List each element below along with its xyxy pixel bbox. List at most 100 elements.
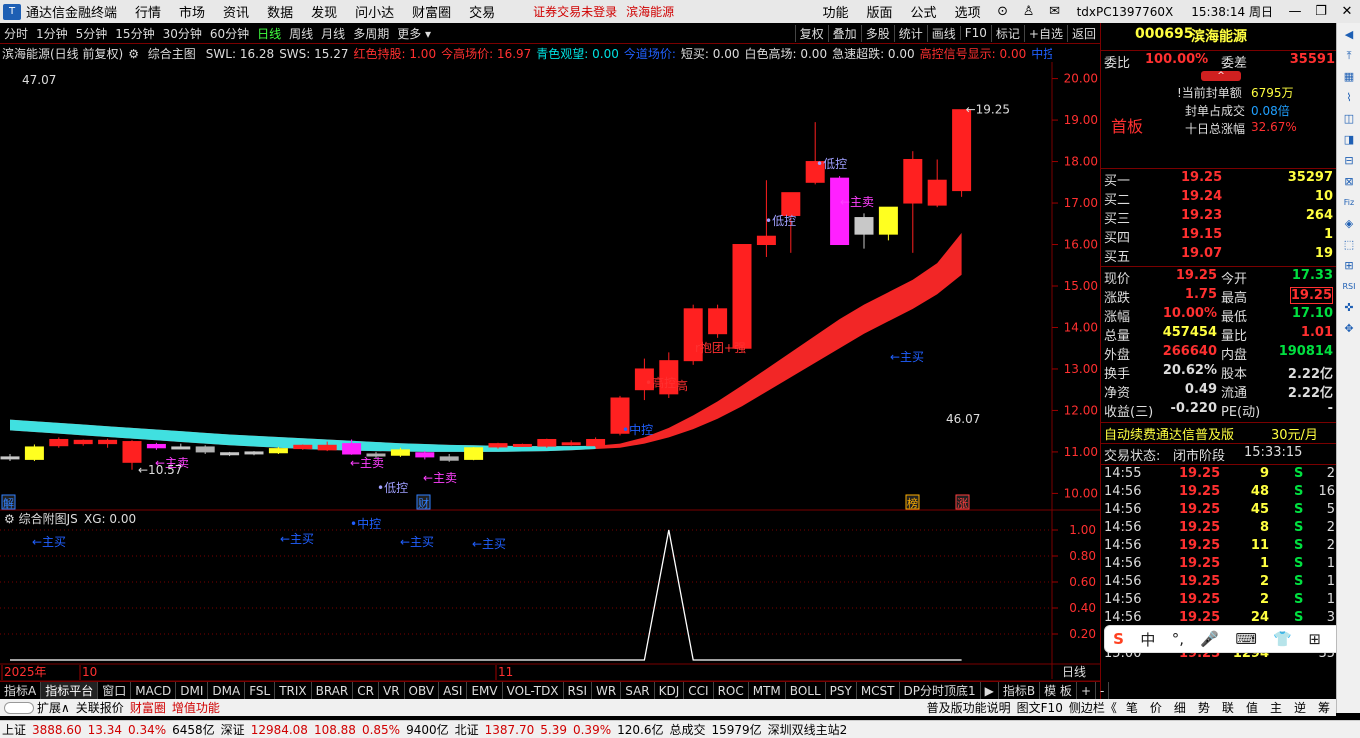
indicator-tab[interactable]: 指标B xyxy=(999,681,1041,700)
menu-wenxiaoda[interactable]: 问小达 xyxy=(346,2,403,21)
indicator-tab[interactable]: ROC xyxy=(714,681,749,700)
linked-quote-button[interactable]: 关联报价 xyxy=(73,699,127,716)
tool-biaoji[interactable]: 标记 xyxy=(990,24,1024,42)
sidebar-toggle[interactable]: 侧边栏《 xyxy=(1066,699,1120,716)
period-30min[interactable]: 30分钟 xyxy=(159,25,206,42)
indicator-tab[interactable]: MACD xyxy=(131,681,177,700)
ad-row[interactable]: 自动续费通达信普及版 30元/月 xyxy=(1101,422,1337,443)
indicator-tab[interactable]: 指标平台 xyxy=(41,681,99,700)
indicator-tab[interactable]: DMA xyxy=(208,681,246,700)
side-tool-icon[interactable]: ⊟ xyxy=(1340,152,1358,170)
message-icon[interactable]: ✉ xyxy=(1042,4,1068,19)
formula-name[interactable]: ⚙ 综合主图 xyxy=(128,45,201,62)
value-added-button[interactable]: 增值功能 xyxy=(169,699,223,716)
menu-gongneng[interactable]: 功能 xyxy=(814,2,858,21)
side-tab-shi[interactable]: 势 xyxy=(1192,699,1216,716)
toggle-switch[interactable] xyxy=(4,701,34,714)
kline-chart[interactable]: ←主卖 ←主卖←主卖←主卖•低控•低控•低控←主买 ←主买 ←主买 ←主买←主买•中控•… xyxy=(0,62,1100,681)
indicator-tab[interactable]: - xyxy=(1096,681,1110,700)
tool-back[interactable]: 返回 xyxy=(1066,24,1100,42)
side-tab-lian[interactable]: 联 xyxy=(1216,699,1240,716)
user-icon[interactable]: ♙ xyxy=(1016,4,1042,19)
indicator-tab[interactable]: SAR xyxy=(621,681,655,700)
side-tab-zhi[interactable]: 值 xyxy=(1240,699,1264,716)
side-tool-icon[interactable]: ⊞ xyxy=(1340,257,1358,275)
tool-diejia[interactable]: 叠加 xyxy=(827,24,861,42)
period-60min[interactable]: 60分钟 xyxy=(206,25,253,42)
ad-price[interactable]: 30元/月 xyxy=(1271,424,1318,443)
menu-hangqing[interactable]: 行情 xyxy=(126,2,170,21)
menu-shuju[interactable]: 数据 xyxy=(258,2,302,21)
indicator-tab[interactable]: CR xyxy=(353,681,379,700)
collapse-toggle[interactable]: ^ xyxy=(1201,71,1241,81)
close-button[interactable]: ✕ xyxy=(1334,4,1360,19)
indicator-tab[interactable]: MCST xyxy=(857,681,900,700)
side-tool-icon[interactable]: ▦ xyxy=(1340,68,1358,86)
indicator-tab[interactable]: DP分时顶底1 xyxy=(900,681,981,700)
side-tool-icon[interactable]: RSI xyxy=(1340,278,1358,296)
indicator-tab[interactable]: CCI xyxy=(684,681,714,700)
menu-gongshi[interactable]: 公式 xyxy=(902,2,946,21)
indicator-tab[interactable]: + xyxy=(1077,681,1096,700)
minimize-button[interactable]: — xyxy=(1282,4,1308,19)
side-tool-icon[interactable]: ◈ xyxy=(1340,215,1358,233)
indicator-tab[interactable]: RSI xyxy=(564,681,593,700)
indicator-tab[interactable]: FSL xyxy=(245,681,276,700)
menu-shichang[interactable]: 市场 xyxy=(170,2,214,21)
indicator-tab[interactable]: VR xyxy=(379,681,405,700)
indicator-tab[interactable]: TRIX xyxy=(275,681,312,700)
indicator-tab[interactable]: VOL-TDX xyxy=(503,681,564,700)
period-15min[interactable]: 15分钟 xyxy=(111,25,158,42)
tool-tongji[interactable]: 统计 xyxy=(893,24,927,42)
period-monthly[interactable]: 月线 xyxy=(317,25,349,42)
side-tool-icon[interactable]: ◨ xyxy=(1340,131,1358,149)
period-multi[interactable]: 多周期 xyxy=(349,25,393,42)
indicator-tab[interactable]: OBV xyxy=(405,681,440,700)
keyboard-icon[interactable]: ⌨ xyxy=(1235,630,1257,648)
period-1min[interactable]: 1分钟 xyxy=(32,25,72,42)
indicator-tab[interactable]: 指标A xyxy=(0,681,42,700)
indicator-tab[interactable]: MTM xyxy=(749,681,786,700)
side-tab-jia[interactable]: 价 xyxy=(1144,699,1168,716)
skin-icon[interactable]: 👕 xyxy=(1273,630,1292,648)
tool-f10[interactable]: F10 xyxy=(959,26,991,40)
menu-jiaoyi[interactable]: 交易 xyxy=(460,2,504,21)
indicator-tab[interactable]: EMV xyxy=(467,681,503,700)
tool-duogu[interactable]: 多股 xyxy=(860,24,894,42)
indicator-tab[interactable]: 窗口 xyxy=(98,681,132,700)
feature-guide-link[interactable]: 普及版功能说明 xyxy=(924,699,1014,716)
period-5min[interactable]: 5分钟 xyxy=(72,25,112,42)
menu-faxian[interactable]: 发现 xyxy=(302,2,346,21)
f10-link[interactable]: 图文F10 xyxy=(1014,699,1066,716)
tool-huaxian[interactable]: 画线 xyxy=(926,24,960,42)
indicator-tab[interactable]: DMI xyxy=(176,681,209,700)
indicator-tab[interactable]: ASI xyxy=(439,681,468,700)
menu-banmian[interactable]: 版面 xyxy=(858,2,902,21)
menu-zixun[interactable]: 资讯 xyxy=(214,2,258,21)
ad-text[interactable]: 自动续费通达信普及版 xyxy=(1104,424,1234,443)
side-tool-icon[interactable]: ✜ xyxy=(1340,299,1358,317)
indicator-tab[interactable]: BRAR xyxy=(312,681,354,700)
sogou-logo-icon[interactable]: S xyxy=(1113,630,1124,648)
side-tab-xi[interactable]: 细 xyxy=(1168,699,1192,716)
expand-button[interactable]: 扩展∧ xyxy=(34,699,73,716)
side-tool-icon[interactable]: ⌇ xyxy=(1340,89,1358,107)
period-more[interactable]: 更多 ▾ xyxy=(393,25,435,42)
indicator-tab[interactable]: ▶ xyxy=(981,681,999,700)
grid-icon[interactable]: ⊞ xyxy=(1308,630,1321,648)
side-tool-icon[interactable]: Fiz xyxy=(1340,194,1358,212)
tool-fuquan[interactable]: 复权 xyxy=(794,24,828,42)
side-tool-icon[interactable]: ⤒ xyxy=(1340,47,1358,65)
side-tab-zhu[interactable]: 主 xyxy=(1264,699,1288,716)
ime-punct-icon[interactable]: °, xyxy=(1172,630,1184,648)
period-daily[interactable]: 日线 xyxy=(253,25,285,42)
ime-mode-zh[interactable]: 中 xyxy=(1140,629,1155,650)
headset-icon[interactable]: ⊙ xyxy=(990,4,1016,19)
side-tab-chou[interactable]: 筹 xyxy=(1312,699,1336,716)
side-tab-ni[interactable]: 逆 xyxy=(1288,699,1312,716)
side-tool-icon[interactable]: ✥ xyxy=(1340,320,1358,338)
menu-xuanxiang[interactable]: 选项 xyxy=(946,2,990,21)
maximize-button[interactable]: ❐ xyxy=(1308,4,1334,19)
period-fenshi[interactable]: 分时 xyxy=(0,25,32,42)
login-notice[interactable]: 证券交易未登录 xyxy=(524,3,626,20)
